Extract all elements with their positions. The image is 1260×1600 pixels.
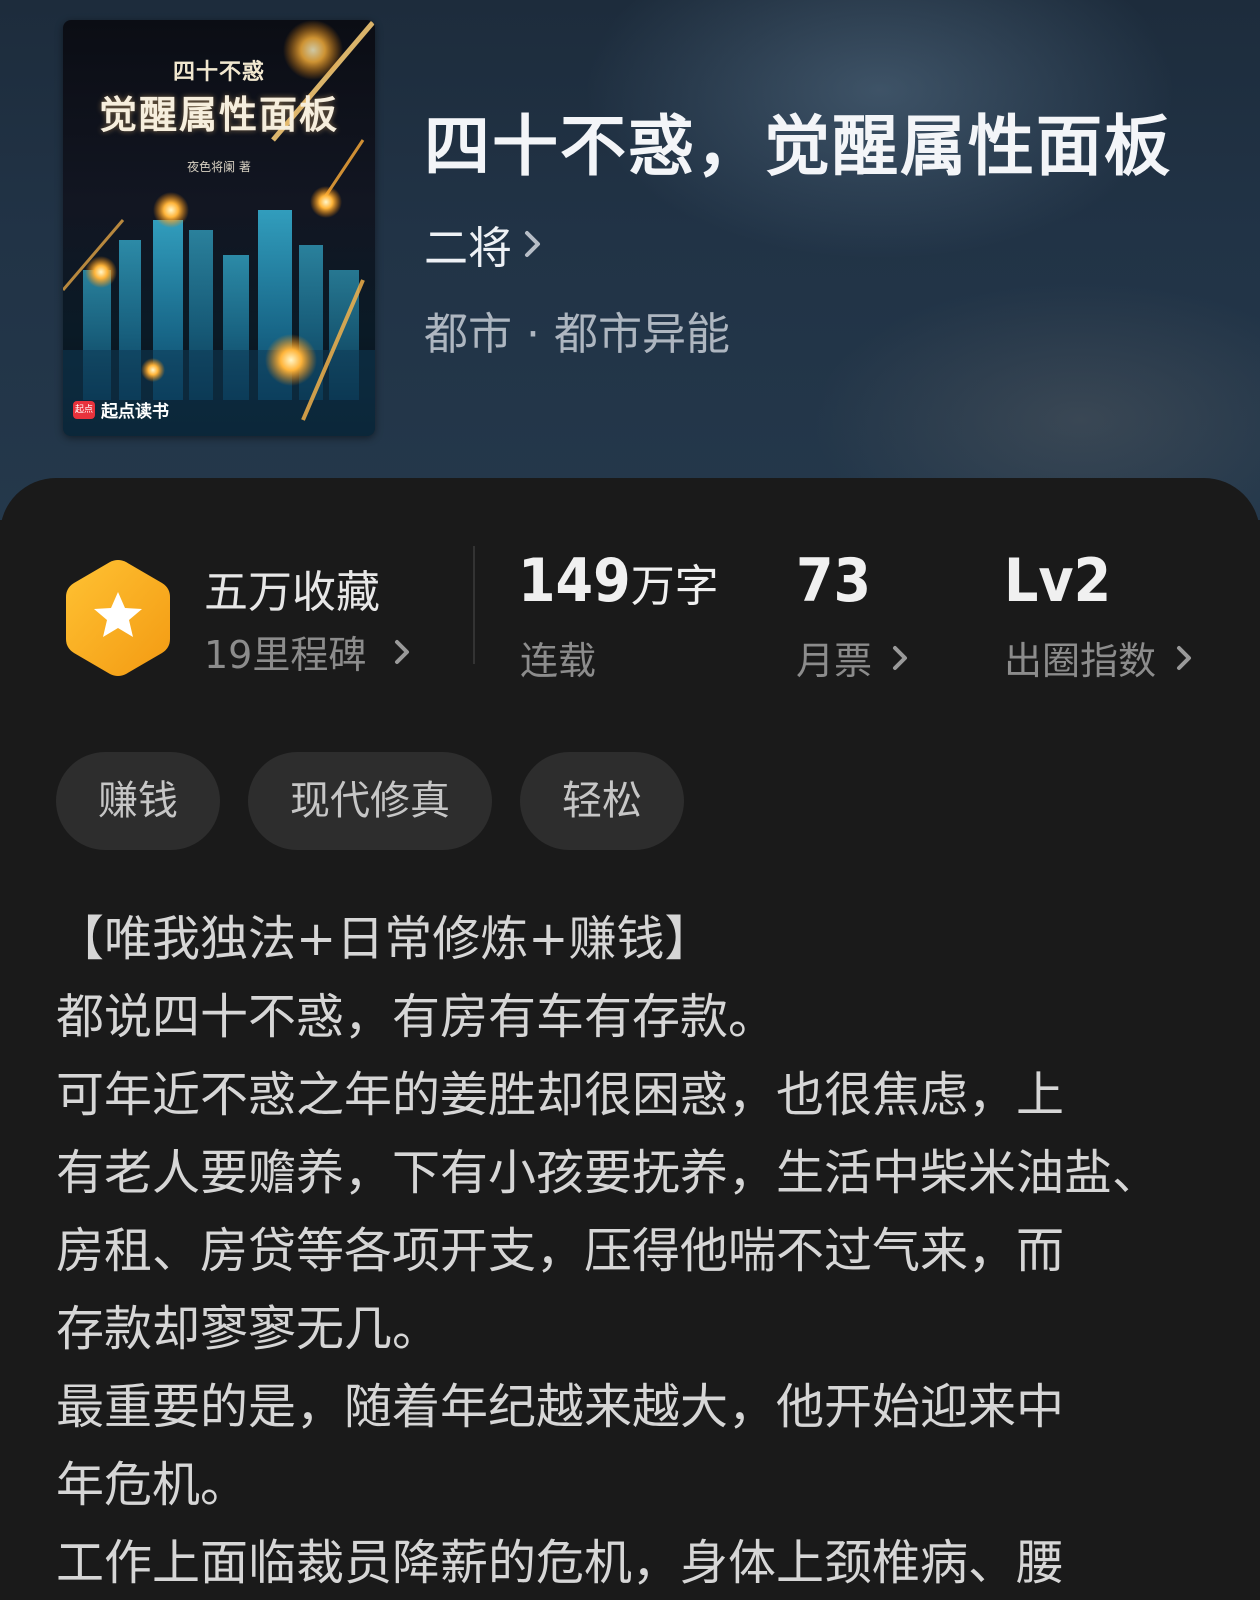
cover-brand-name: 起点读书 [101, 402, 169, 422]
cover-brand-badge: 起点 [73, 400, 95, 419]
serial-status: 连载 [520, 639, 597, 683]
word-count: 149万字 [518, 546, 719, 616]
popularity-index-link[interactable]: 出圈指数 [1004, 630, 1194, 685]
collection-count: 五万收藏 [204, 567, 380, 618]
cover-brand: 起点 起点读书 [73, 397, 169, 422]
monthly-ticket-label: 月票 [796, 639, 873, 683]
popularity-level-value: Lv2 [1004, 546, 1112, 616]
milestone-label: 19里程碑 [204, 633, 367, 677]
book-description[interactable]: 【唯我独法+日常修炼+赚钱】 都说四十不惑，有房有车有存款。 可年近不惑之年的姜… [56, 900, 1216, 1600]
cover-small-title: 四十不惑 [172, 59, 265, 85]
monthly-ticket-count: 73 [796, 546, 871, 616]
description-line: 有老人要赡养，下有小孩要抚养，生活中柴米油盐、 [56, 1145, 1161, 1201]
description-line: 最重要的是，随着年纪越来越大，他开始迎来中 [56, 1379, 1065, 1435]
description-line: 可年近不惑之年的姜胜却很困惑，也很焦虑，上 [56, 1067, 1065, 1123]
star-hexagon-icon[interactable] [62, 556, 174, 680]
stats-divider [473, 546, 475, 664]
tag-chip[interactable]: 轻松 [520, 752, 684, 850]
chevron-right-icon [525, 231, 540, 257]
tag-list: 赚钱 现代修真 轻松 [56, 752, 684, 850]
monthly-ticket-value: 73 [796, 546, 872, 616]
popularity-level: Lv2 [1004, 546, 1111, 616]
chevron-right-icon [395, 639, 410, 664]
description-line: 都说四十不惑，有房有车有存款。 [56, 989, 777, 1045]
tag-chip[interactable]: 赚钱 [56, 752, 220, 850]
book-title: 四十不惑，觉醒属性面板 [424, 107, 1172, 185]
book-genre[interactable]: 都市 · 都市异能 [424, 298, 730, 362]
tag-chip[interactable]: 现代修真 [248, 752, 492, 850]
book-cover[interactable]: 四十不惑 觉醒属性面板 夜色将阑 著 起点 起点读书 [63, 20, 375, 436]
popularity-index-label: 出圈指数 [1004, 639, 1157, 683]
cover-author: 夜色将阑 著 [187, 160, 251, 174]
description-line: 存款却寥寥无几。 [56, 1301, 441, 1357]
chevron-right-icon [893, 645, 908, 670]
description-line: 【唯我独法+日常修炼+赚钱】 [56, 911, 713, 967]
book-detail-page: 四十不惑 觉醒属性面板 夜色将阑 著 起点 起点读书 四十不惑，觉醒属性面板 二… [0, 0, 1260, 1600]
chevron-right-icon [1177, 645, 1192, 670]
book-header: 四十不惑 觉醒属性面板 夜色将阑 著 起点 起点读书 四十不惑，觉醒属性面板 二… [0, 0, 1260, 520]
milestone-link[interactable]: 19里程碑 [204, 624, 412, 679]
word-count-value: 149 [518, 546, 631, 616]
description-line: 工作上面临裁员降薪的危机，身体上颈椎病、腰 [56, 1535, 1065, 1591]
description-line: 年危机。 [56, 1457, 249, 1513]
author-link[interactable]: 二将 [424, 216, 544, 274]
description-line: 房租、房贷等各项开支，压得他喘不过气来，而 [56, 1223, 1065, 1279]
cover-title: 觉醒属性面板 [98, 92, 339, 137]
word-count-unit: 万字 [630, 561, 719, 612]
author-name: 二将 [424, 223, 512, 274]
monthly-ticket-link[interactable]: 月票 [796, 630, 910, 685]
